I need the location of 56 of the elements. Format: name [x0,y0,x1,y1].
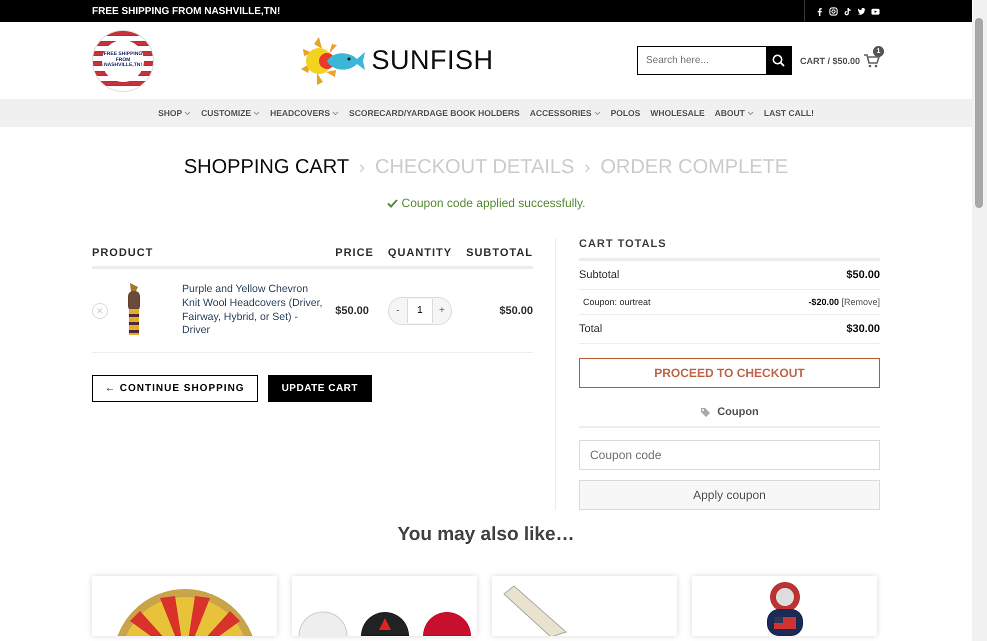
nav-link[interactable]: HEADCOVERS [270,108,340,118]
quantity-stepper[interactable]: - 1 + [388,296,452,324]
cart-link[interactable]: CART / $50.00 [800,56,860,66]
youtube-icon[interactable] [871,6,880,16]
shopping-cart-icon[interactable] [864,54,880,68]
search-button[interactable] [766,46,792,75]
remove-coupon-link[interactable]: [Remove] [841,297,880,307]
brand-name[interactable]: SUNFISH [371,45,494,76]
instagram-icon[interactable] [829,6,838,16]
totals-label: Subtotal [579,269,620,281]
column-header: PRICE [335,247,374,268]
coupon-success-message: Coupon code applied successfully. [402,196,586,210]
nav-link[interactable]: SHOP [158,108,192,118]
coupon-code-field[interactable]: Coupon code [579,440,880,470]
increase-button[interactable]: + [432,305,451,316]
nav-link[interactable]: SCORECARD/YARDAGE BOOK HOLDERS [349,108,520,118]
totals-label: Coupon: ourtreat [583,297,651,307]
search-icon [772,54,786,67]
scrollbar-thumb[interactable] [975,18,983,208]
tiktok-icon[interactable] [843,6,852,16]
totals-value: $50.00 [846,269,880,281]
totals-value: -$20.00 [808,297,839,307]
nav-link[interactable]: ACCESSORIES [530,108,601,118]
step-separator: › [359,157,366,178]
product-card[interactable] [292,576,477,636]
nav-link[interactable]: LAST CALL! [764,108,814,118]
coupon-heading: Coupon [717,406,759,418]
column-header: PRODUCT [92,247,336,268]
step-separator: › [584,157,590,178]
quantity-field[interactable]: 1 [406,298,433,322]
continue-shopping-button[interactable]: ← CONTINUE SHOPPING [92,375,258,402]
nav-link[interactable]: POLOS [610,108,640,118]
product-card[interactable] [692,576,877,636]
product-name-link[interactable]: Purple and Yellow Chevron Knit Wool Headcovers (Driver, Fairway, Hybrid, or Set) - Driver [182,283,336,338]
proceed-to-checkout-button[interactable]: PROCEED TO CHECKOUT [579,358,880,388]
subtotal-cell: $50.00 [466,268,533,352]
nav-link[interactable]: ABOUT [714,108,754,118]
column-header: QUANTITY [374,247,466,268]
price-cell: $50.00 [335,268,374,352]
nav-link[interactable]: WHOLESALE [650,108,705,118]
apply-coupon-button[interactable]: Apply coupon [579,480,880,510]
search-field[interactable]: Search here... [636,46,766,75]
column-header: SUBTOTAL [466,247,533,268]
twitter-icon[interactable] [857,6,866,16]
cart-totals-heading: CART TOTALS [579,238,880,261]
tag-icon [700,406,712,418]
totals-value: $30.00 [846,323,880,335]
checkout-step[interactable]: SHOPPING CART [184,156,350,179]
checkmark-icon [386,198,398,208]
totals-label: Total [579,323,602,335]
facebook-icon[interactable] [815,6,824,16]
update-cart-button[interactable]: UPDATE CART [268,375,372,402]
nav-link[interactable]: CUSTOMIZE [201,108,260,118]
decrease-button[interactable]: - [388,305,407,316]
related-products-heading: You may also like… [396,524,576,546]
shipping-banner-text: FREE SHIPPING FROM NASHVILLE,TN! [92,6,282,16]
